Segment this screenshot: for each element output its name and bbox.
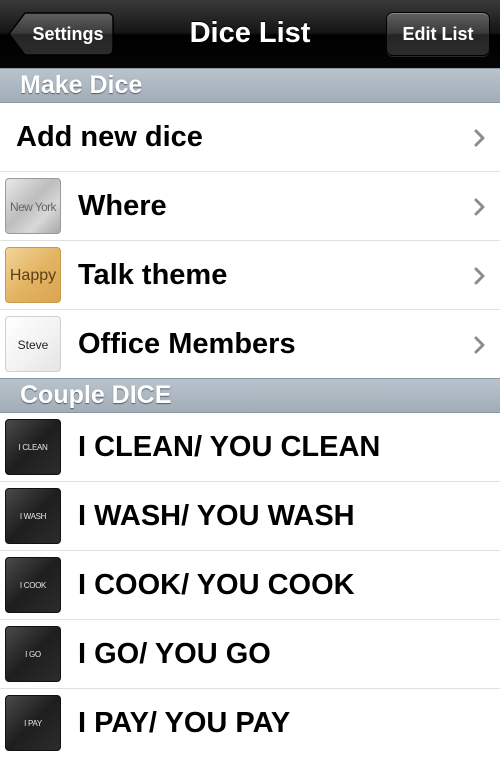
couple-dice-row-clean[interactable]: I CLEAN I CLEAN/ YOU CLEAN xyxy=(0,413,500,482)
section-header-couple-dice: Couple DICE xyxy=(0,378,500,413)
section-header-make-dice: Make Dice xyxy=(0,68,500,103)
couple-dice-row-wash[interactable]: I WASH I WASH/ YOU WASH xyxy=(0,482,500,551)
dice-label: I WASH/ YOU WASH xyxy=(78,500,355,532)
dice-label: I PAY/ YOU PAY xyxy=(78,707,291,739)
couple-dice-row-go[interactable]: I GO I GO/ YOU GO xyxy=(0,620,500,689)
dice-thumbnail: I COOK xyxy=(5,557,61,613)
edit-list-button[interactable]: Edit List xyxy=(386,12,490,56)
dice-thumbnail: I PAY xyxy=(5,695,61,751)
dice-label: I CLEAN/ YOU CLEAN xyxy=(78,431,381,463)
dice-label: Office Members xyxy=(78,328,296,360)
dice-label: Where xyxy=(78,190,167,222)
chevron-right-icon xyxy=(474,336,485,354)
chevron-right-icon xyxy=(474,129,485,147)
navigation-bar: Dice List Settings Edit List xyxy=(0,0,500,69)
add-new-dice-label: Add new dice xyxy=(16,121,203,153)
dice-label: I GO/ YOU GO xyxy=(78,638,271,670)
couple-dice-row-pay[interactable]: I PAY I PAY/ YOU PAY xyxy=(0,689,500,751)
add-new-dice-row[interactable]: Add new dice xyxy=(0,103,500,172)
dice-thumbnail: Steve xyxy=(5,316,61,372)
chevron-right-icon xyxy=(474,198,485,216)
dice-thumbnail: I WASH xyxy=(5,488,61,544)
settings-back-button[interactable]: Settings xyxy=(8,12,114,56)
settings-back-label: Settings xyxy=(32,24,104,44)
couple-dice-row-cook[interactable]: I COOK I COOK/ YOU COOK xyxy=(0,551,500,620)
dice-thumbnail: I CLEAN xyxy=(5,419,61,475)
dice-label: I COOK/ YOU COOK xyxy=(78,569,355,601)
chevron-right-icon xyxy=(474,267,485,285)
dice-thumbnail: I GO xyxy=(5,626,61,682)
dice-thumbnail: New York xyxy=(5,178,61,234)
dice-row-talk-theme[interactable]: Happy Talk theme xyxy=(0,241,500,310)
dice-thumbnail: Happy xyxy=(5,247,61,303)
dice-row-office-members[interactable]: Steve Office Members xyxy=(0,310,500,379)
dice-row-where[interactable]: New York Where xyxy=(0,172,500,241)
dice-label: Talk theme xyxy=(78,259,228,291)
